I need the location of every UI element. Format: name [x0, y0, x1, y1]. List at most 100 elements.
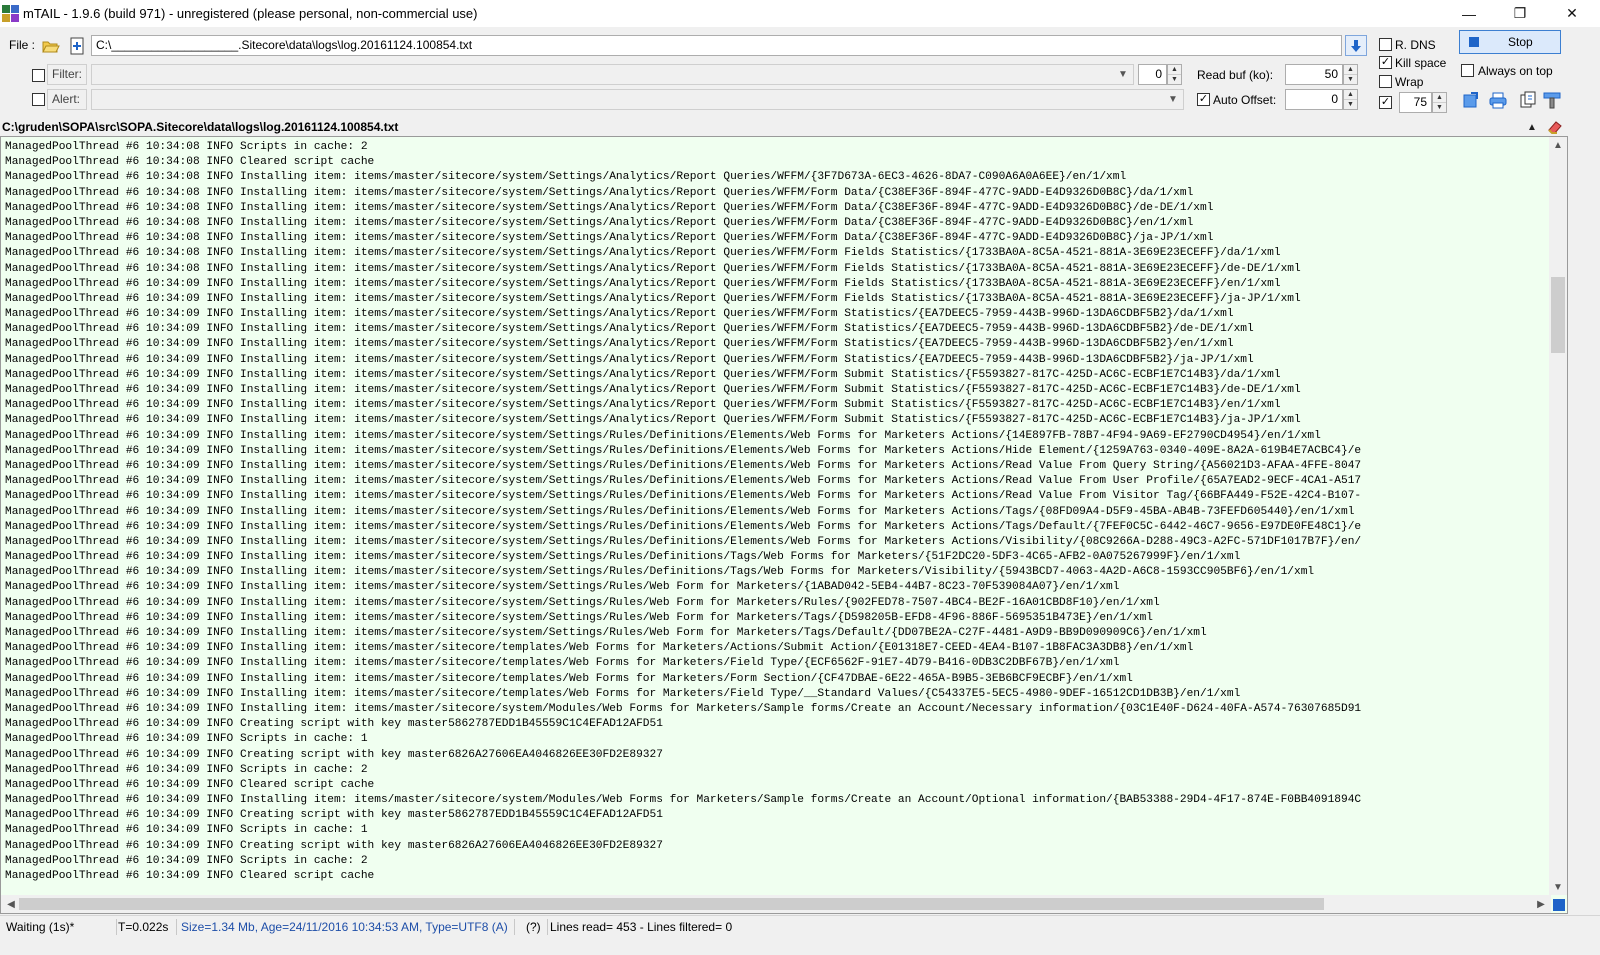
log-line: ManagedPoolThread #6 10:34:08 INFO Insta… [5, 247, 1281, 260]
add-file-icon[interactable] [67, 36, 87, 56]
kill-space-label: Kill space [1395, 56, 1447, 70]
interval-stepper[interactable]: ▲ ▼ [1432, 92, 1447, 113]
log-line: ManagedPoolThread #6 10:34:09 INFO Insta… [5, 627, 1207, 639]
log-line: ManagedPoolThread #6 10:34:09 INFO Insta… [5, 414, 1301, 427]
log-line: ManagedPoolThread #6 10:34:09 INFO Scrip… [5, 824, 368, 837]
log-line: ManagedPoolThread #6 10:34:09 INFO Insta… [5, 794, 1362, 807]
horizontal-scroll-thumb[interactable] [19, 898, 1324, 910]
alert-label: Alert: [47, 89, 87, 110]
scroll-down-icon[interactable]: ▼ [1550, 879, 1566, 895]
filter-checkbox[interactable] [32, 69, 45, 82]
wrap-label: Wrap [1395, 75, 1424, 89]
log-line: ManagedPoolThread #6 10:34:09 INFO Insta… [5, 475, 1362, 488]
log-line: ManagedPoolThread #6 10:34:08 INFO Scrip… [5, 141, 368, 153]
log-line: ManagedPoolThread #6 10:34:09 INFO Scrip… [5, 733, 368, 746]
log-line: ManagedPoolThread #6 10:34:08 INFO Insta… [5, 186, 1194, 199]
export-icon[interactable] [1461, 90, 1481, 110]
log-line: ManagedPoolThread #6 10:34:09 INFO Insta… [5, 535, 1362, 548]
log-view[interactable]: ManagedPoolThread #6 10:34:08 INFO Scrip… [0, 136, 1568, 914]
log-line: ManagedPoolThread #6 10:34:09 INFO Insta… [5, 505, 1355, 518]
auto-offset-input[interactable]: 0 [1285, 89, 1343, 110]
vertical-scrollbar[interactable]: ▲ ▼ [1549, 137, 1567, 895]
read-buf-input[interactable]: 50 [1285, 64, 1343, 85]
read-buf-label: Read buf (ko): [1197, 68, 1274, 82]
auto-offset-label: Auto Offset: [1213, 93, 1277, 107]
log-line: ManagedPoolThread #6 10:34:09 INFO Scrip… [5, 763, 368, 776]
always-on-top-checkbox[interactable] [1461, 64, 1474, 77]
log-line: ManagedPoolThread #6 10:34:09 INFO Creat… [5, 839, 663, 852]
interval-checkbox[interactable]: ✓ [1379, 96, 1392, 109]
log-line: ManagedPoolThread #6 10:34:09 INFO Creat… [5, 809, 663, 822]
log-line: ManagedPoolThread #6 10:34:09 INFO Insta… [5, 566, 1315, 579]
log-line: ManagedPoolThread #6 10:34:09 INFO Creat… [5, 718, 663, 731]
kill-space-checkbox[interactable]: ✓ [1379, 56, 1392, 69]
status-bar: Waiting (1s)* T=0.022s Size=1.34 Mb, Age… [0, 915, 1600, 938]
eraser-icon[interactable] [1547, 120, 1563, 137]
log-line: ManagedPoolThread #6 10:34:09 INFO Insta… [5, 490, 1362, 503]
log-line: ManagedPoolThread #6 10:34:09 INFO Insta… [5, 687, 1241, 700]
log-line: ManagedPoolThread #6 10:34:09 INFO Scrip… [5, 854, 368, 867]
status-file-info: Size=1.34 Mb, Age=24/11/2016 10:34:53 AM… [181, 919, 515, 935]
log-line: ManagedPoolThread #6 10:34:09 INFO Insta… [5, 353, 1254, 366]
scroll-right-icon[interactable]: ▶ [1533, 896, 1549, 912]
log-line: ManagedPoolThread #6 10:34:08 INFO Insta… [5, 262, 1301, 275]
print-icon[interactable] [1488, 90, 1508, 110]
log-line: ManagedPoolThread #6 10:34:09 INFO Insta… [5, 672, 1133, 685]
auto-offset-stepper[interactable]: ▲ ▼ [1343, 89, 1358, 110]
interval-input[interactable]: 75 [1399, 92, 1432, 113]
log-line: ManagedPoolThread #6 10:34:08 INFO Insta… [5, 232, 1214, 245]
log-line: ManagedPoolThread #6 10:34:08 INFO Insta… [5, 201, 1214, 214]
log-line: ManagedPoolThread #6 10:34:08 INFO Insta… [5, 216, 1194, 229]
copy-icon[interactable] [1518, 90, 1538, 110]
status-lines-info: Lines read= 453 - Lines filtered= 0 [550, 920, 733, 934]
log-line: ManagedPoolThread #6 10:34:08 INFO Insta… [5, 171, 1127, 184]
alert-checkbox[interactable] [32, 93, 45, 106]
read-buf-stepper[interactable]: ▲ ▼ [1343, 64, 1358, 85]
scroll-up-icon[interactable]: ▲ [1550, 137, 1566, 153]
log-line: ManagedPoolThread #6 10:34:09 INFO Insta… [5, 292, 1301, 305]
stop-button[interactable]: Stop [1459, 30, 1561, 54]
minimize-button[interactable]: — [1446, 0, 1492, 27]
log-line: ManagedPoolThread #6 10:34:09 INFO Insta… [5, 611, 1154, 624]
always-on-top-label: Always on top [1478, 64, 1553, 78]
collapse-icon[interactable]: ▲ [1527, 122, 1537, 133]
file-label: File : [9, 38, 36, 52]
log-line: ManagedPoolThread #6 10:34:09 INFO Insta… [5, 642, 1194, 655]
log-line: ManagedPoolThread #6 10:34:09 INFO Insta… [5, 551, 1241, 564]
log-line: ManagedPoolThread #6 10:34:09 INFO Insta… [5, 368, 1281, 381]
filter-label: Filter: [47, 64, 87, 85]
open-folder-icon[interactable] [41, 36, 61, 56]
auto-offset-checkbox[interactable]: ✓ [1197, 93, 1210, 106]
restore-button[interactable]: ❐ [1497, 0, 1543, 27]
r-dns-checkbox[interactable] [1379, 38, 1392, 51]
scroll-left-icon[interactable]: ◀ [3, 896, 19, 912]
log-line: ManagedPoolThread #6 10:34:09 INFO Insta… [5, 308, 1234, 321]
log-line: ManagedPoolThread #6 10:34:09 INFO Insta… [5, 399, 1281, 412]
stop-icon [1469, 37, 1479, 47]
alert-input[interactable]: ▼ [91, 89, 1184, 110]
horizontal-scrollbar[interactable]: ◀ ▶ [1, 895, 1551, 913]
filter-count-input[interactable]: 0 [1138, 64, 1167, 85]
log-line: ManagedPoolThread #6 10:34:09 INFO Creat… [5, 748, 663, 761]
log-line: ManagedPoolThread #6 10:34:08 INFO Clear… [5, 156, 375, 169]
log-line: ManagedPoolThread #6 10:34:09 INFO Insta… [5, 702, 1362, 715]
vertical-scroll-thumb[interactable] [1551, 277, 1565, 353]
tools-icon[interactable] [1542, 90, 1562, 110]
log-line: ManagedPoolThread #6 10:34:09 INFO Insta… [5, 429, 1321, 442]
filter-input[interactable]: ▼ [91, 64, 1134, 85]
log-line: ManagedPoolThread #6 10:34:09 INFO Clear… [5, 870, 375, 882]
log-line: ManagedPoolThread #6 10:34:09 INFO Insta… [5, 581, 1120, 594]
log-line: ManagedPoolThread #6 10:34:09 INFO Insta… [5, 444, 1362, 457]
chevron-down-icon[interactable]: ▼ [1115, 65, 1131, 84]
download-arrow-icon[interactable] [1345, 35, 1367, 56]
status-help[interactable]: (?) [526, 919, 548, 935]
title-bar: mTAIL - 1.9.6 (build 971) - unregistered… [0, 0, 1600, 27]
close-button[interactable]: ✕ [1549, 0, 1595, 27]
file-path-input[interactable]: C:\___________________.Sitecore\data\log… [91, 35, 1342, 56]
log-line: ManagedPoolThread #6 10:34:09 INFO Insta… [5, 323, 1254, 336]
chevron-down-icon[interactable]: ▼ [1165, 90, 1181, 109]
wrap-checkbox[interactable] [1379, 75, 1392, 88]
filter-count-stepper[interactable]: ▲ ▼ [1167, 64, 1182, 85]
log-line: ManagedPoolThread #6 10:34:09 INFO Clear… [5, 778, 375, 791]
r-dns-label: R. DNS [1395, 38, 1436, 52]
